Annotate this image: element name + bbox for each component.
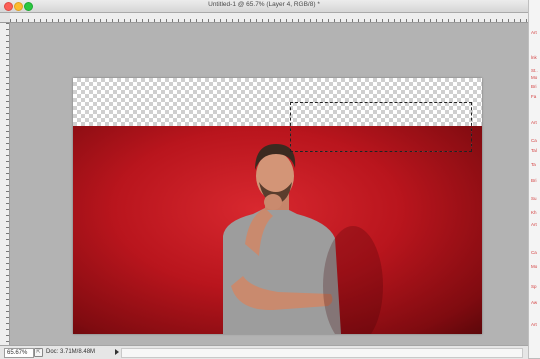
panel-item[interactable]: Sp xyxy=(531,284,537,289)
vertical-ruler[interactable] xyxy=(0,23,10,345)
panel-item[interactable]: Aw xyxy=(531,300,537,305)
panel-item[interactable]: Mo xyxy=(531,75,537,80)
right-side-panel: Art lnk St.. Mo Bri Fa Art Ca Tal Ta Bri… xyxy=(528,0,540,358)
portrait-figure xyxy=(223,144,383,334)
status-menu-arrow-icon[interactable] xyxy=(115,349,119,355)
hand-shape xyxy=(264,194,282,210)
panel-item[interactable]: Bri xyxy=(531,84,537,89)
panel-item[interactable]: Tal xyxy=(531,148,537,153)
title-bar: Untitled-1 @ 65.7% (Layer 4, RGB/8) * xyxy=(0,0,528,13)
panel-item[interactable]: Fa xyxy=(531,94,536,99)
panel-item[interactable]: Art xyxy=(531,322,537,327)
zoom-level-field[interactable]: 65.67% xyxy=(4,348,34,358)
panel-item[interactable]: Bri xyxy=(531,178,537,183)
panel-item[interactable]: Kh xyxy=(531,210,537,215)
panel-item[interactable]: Ca xyxy=(531,138,537,143)
export-icon[interactable]: ⇱ xyxy=(34,348,43,357)
horizontal-ruler[interactable] xyxy=(10,13,528,23)
panel-item[interactable]: lnk xyxy=(531,55,537,60)
photoshop-window: Untitled-1 @ 65.7% (Layer 4, RGB/8) * 65… xyxy=(0,0,528,359)
marquee-selection[interactable] xyxy=(290,102,472,152)
status-bar: 65.67% ⇱ Doc: 3.71M/8.48M xyxy=(0,345,528,359)
document-title: Untitled-1 @ 65.7% (Layer 4, RGB/8) * xyxy=(208,1,320,8)
pasteboard[interactable] xyxy=(10,23,528,345)
panel-item[interactable]: Ca xyxy=(531,250,537,255)
panel-item[interactable]: Art xyxy=(531,120,537,125)
panel-item[interactable]: Art xyxy=(531,222,537,227)
panel-item[interactable]: Art xyxy=(531,30,537,35)
document-size-info: Doc: 3.71M/8.48M xyxy=(46,349,96,355)
panel-item[interactable]: Su xyxy=(531,196,537,201)
panel-item[interactable]: Ta xyxy=(531,162,536,167)
panel-item[interactable]: Mo xyxy=(531,264,537,269)
shirt-shape xyxy=(223,206,341,334)
photo-layer[interactable] xyxy=(73,126,482,334)
horizontal-scrollbar[interactable] xyxy=(121,348,523,358)
panel-item[interactable]: St.. xyxy=(531,68,538,73)
